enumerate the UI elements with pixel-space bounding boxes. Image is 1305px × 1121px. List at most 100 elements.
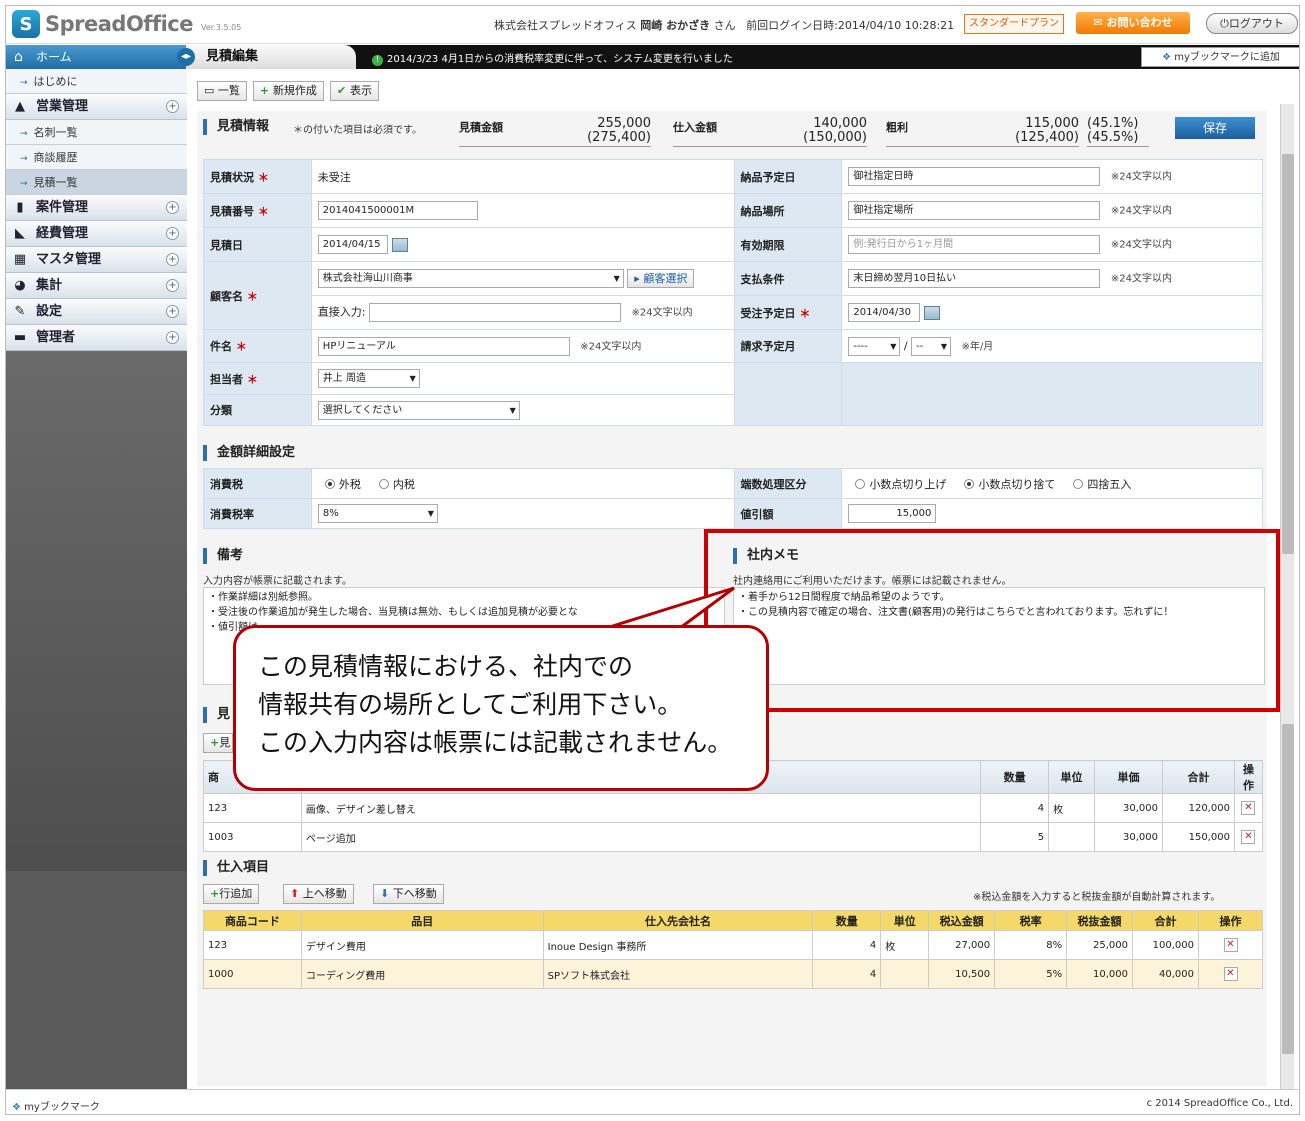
table-row[interactable]: 1003 ページ追加 5 30,000 150,000 ✕ — [203, 822, 1264, 852]
table-row[interactable]: 123 デザイン費用 Inoue Design 事務所 4 枚 27,000 8… — [203, 930, 1263, 960]
subject-label: 件名 ＊ — [203, 329, 312, 363]
tax-exclusive-radio[interactable] — [324, 478, 335, 489]
cell-incl[interactable]: 27,000 — [928, 930, 996, 960]
customer-select[interactable]: 株式会社海山川商事 — [317, 269, 624, 288]
tax-rate-label: 消費税率 — [203, 498, 312, 529]
expand-icon[interactable]: + — [166, 227, 179, 240]
bookmark-add-button[interactable]: ❖ myブックマークに追加 — [1141, 47, 1299, 67]
invoice-month-select[interactable]: -- — [911, 336, 952, 356]
direct-input-field[interactable] — [369, 303, 622, 322]
sidebar-item-3[interactable]: 商談履歴 — [6, 145, 187, 170]
payment-input[interactable]: 末日締め翌月10日払い — [848, 269, 1101, 288]
table-row[interactable]: 123 画像、デザイン差し替え 4 枚 30,000 120,000 ✕ — [203, 793, 1264, 823]
expand-icon[interactable]: + — [166, 331, 179, 344]
cell-unit[interactable]: 枚 — [1048, 793, 1096, 823]
delete-icon[interactable]: ✕ — [1241, 830, 1256, 844]
round-half-radio[interactable] — [1073, 478, 1084, 489]
expand-icon[interactable]: + — [166, 253, 179, 266]
delete-icon[interactable]: ✕ — [1223, 938, 1238, 952]
order-date-input[interactable]: 2014/04/30 — [848, 303, 921, 322]
scroll-thumb-lower[interactable] — [1282, 724, 1294, 1054]
valid-period-input[interactable]: 例:発行日から1ヶ月間 — [848, 235, 1101, 254]
tax-inclusive-radio[interactable] — [378, 478, 389, 489]
sidebar-group-10[interactable]: ▬ 管理者 + — [6, 325, 187, 351]
discount-input[interactable]: 15,000 — [848, 504, 937, 523]
contact-button[interactable]: ✉ お問い合わせ — [1076, 12, 1190, 34]
cell-qty[interactable]: 5 — [980, 822, 1050, 852]
sidebar: はじめに ▲ 営業管理 + 名刺一覧商談履歴見積一覧 ▮ 案件管理 + ◣ 経費管理 + ▦ マスタ管理… — [6, 69, 187, 1089]
cell-name[interactable]: デザイン費用 — [300, 930, 544, 960]
scroll-thumb[interactable] — [1282, 154, 1294, 554]
cell-name[interactable]: コーディング費用 — [300, 959, 544, 989]
cell-code[interactable]: 123 — [203, 793, 302, 823]
invoice-year-select[interactable]: ---- — [848, 336, 901, 356]
cell-code[interactable]: 1000 — [203, 959, 302, 989]
move-down-button[interactable]: ⬇ 下へ移動 — [373, 884, 444, 904]
expand-icon[interactable]: + — [166, 279, 179, 292]
cell-name[interactable]: 画像、デザイン差し替え — [300, 793, 982, 823]
bookmark-bar[interactable]: ❖ myブックマーク — [12, 1098, 100, 1113]
cell-qty[interactable]: 4 — [812, 930, 882, 960]
round-up-radio[interactable] — [855, 478, 866, 489]
sidebar-group-8[interactable]: ◕ 集計 + — [6, 273, 187, 299]
list-button[interactable]: ▭ 一覧 — [197, 81, 247, 101]
table-row[interactable]: 1000 コーディング費用 SPソフト株式会社 4 10,500 5% 10,0… — [203, 959, 1263, 989]
cell-rate[interactable]: 8% — [994, 930, 1068, 960]
subject-input[interactable]: HPリニューアル — [317, 336, 570, 356]
cell-rate[interactable]: 5% — [994, 959, 1068, 989]
cell-vendor[interactable]: Inoue Design 事務所 — [542, 930, 814, 960]
estimate-add-row-button[interactable]: +見 — [203, 733, 233, 753]
round-down-radio[interactable] — [964, 478, 975, 489]
cell-qty[interactable]: 4 — [812, 959, 882, 989]
tax-rate-select[interactable]: 8% — [317, 504, 438, 523]
staff-select[interactable]: 井上 周造 — [317, 369, 420, 388]
delete-icon[interactable]: ✕ — [1241, 801, 1256, 815]
expand-icon[interactable]: + — [166, 305, 179, 318]
logout-button[interactable]: ⏻ログアウト — [1206, 13, 1298, 34]
sidebar-item-0[interactable]: はじめに — [6, 69, 187, 94]
add-row-button[interactable]: +行追加 — [203, 884, 260, 904]
view-button[interactable]: ✔ 表示 — [329, 81, 379, 101]
expand-icon[interactable]: + — [166, 100, 179, 113]
sidebar-group-6[interactable]: ◣ 経費管理 + — [6, 221, 187, 247]
logo[interactable]: S SpreadOffice Ver.3.5.05 — [12, 10, 241, 38]
delivery-place-input[interactable]: 御社指定場所 — [848, 201, 1101, 220]
move-up-button[interactable]: ⬆ 上へ移動 — [283, 884, 354, 904]
system-notice[interactable]: ! 2014/3/23 4月1日からの消費税率変更に伴って、システム変更を行いまし… — [372, 50, 733, 66]
calendar-icon[interactable] — [924, 305, 941, 320]
cell-code[interactable]: 1003 — [203, 822, 302, 852]
cell-qty[interactable]: 4 — [980, 793, 1050, 823]
sidebar-item-2[interactable]: 名刺一覧 — [6, 120, 187, 145]
menu-icon: ◕ — [14, 278, 26, 293]
delivery-date-input[interactable]: 御社指定日時 — [848, 167, 1101, 186]
save-button[interactable]: 保存 — [1175, 117, 1255, 139]
sidebar-group-7[interactable]: ▦ マスタ管理 + — [6, 247, 187, 273]
sidebar-group-1[interactable]: ▲ 営業管理 + — [6, 94, 187, 120]
arrow-up-icon: ⬆ — [290, 887, 303, 900]
category-select[interactable]: 選択してください — [317, 400, 520, 420]
sidebar-home[interactable]: ⌂ ホーム — [6, 45, 187, 69]
cell-unit[interactable]: 枚 — [880, 930, 930, 960]
cell-vendor[interactable]: SPソフト株式会社 — [542, 959, 814, 989]
cell-price[interactable]: 30,000 — [1094, 822, 1163, 852]
estimate-number-input[interactable]: 2014041500001M — [317, 201, 478, 220]
estimate-date-input[interactable]: 2014/04/15 — [317, 235, 388, 254]
vertical-scrollbar[interactable] — [1280, 104, 1294, 1089]
new-button[interactable]: + 新規作成 — [252, 81, 324, 101]
required-mark: ＊ — [235, 340, 247, 353]
internal-memo-textarea[interactable]: ・着手から12日間程度で納品希望のようです。 ・この見積内容で確定の場合、注文書… — [733, 587, 1265, 685]
sidebar-item-4[interactable]: 見積一覧 — [6, 170, 187, 195]
cell-incl[interactable]: 10,500 — [928, 959, 996, 989]
sidebar-group-5[interactable]: ▮ 案件管理 + — [6, 195, 187, 221]
cell-code[interactable]: 123 — [203, 930, 302, 960]
expand-icon[interactable]: + — [166, 201, 179, 214]
arrows-icon[interactable]: ◂▸ — [177, 48, 195, 66]
cell-unit[interactable] — [1048, 822, 1096, 852]
cell-price[interactable]: 30,000 — [1094, 793, 1163, 823]
calendar-icon[interactable] — [391, 237, 408, 252]
cell-name[interactable]: ページ追加 — [300, 822, 982, 852]
cell-unit[interactable] — [880, 959, 930, 989]
sidebar-group-9[interactable]: ✎ 設定 + — [6, 299, 187, 325]
delete-icon[interactable]: ✕ — [1223, 967, 1238, 981]
customer-select-button[interactable]: ▸ 顧客選択 — [627, 269, 695, 288]
